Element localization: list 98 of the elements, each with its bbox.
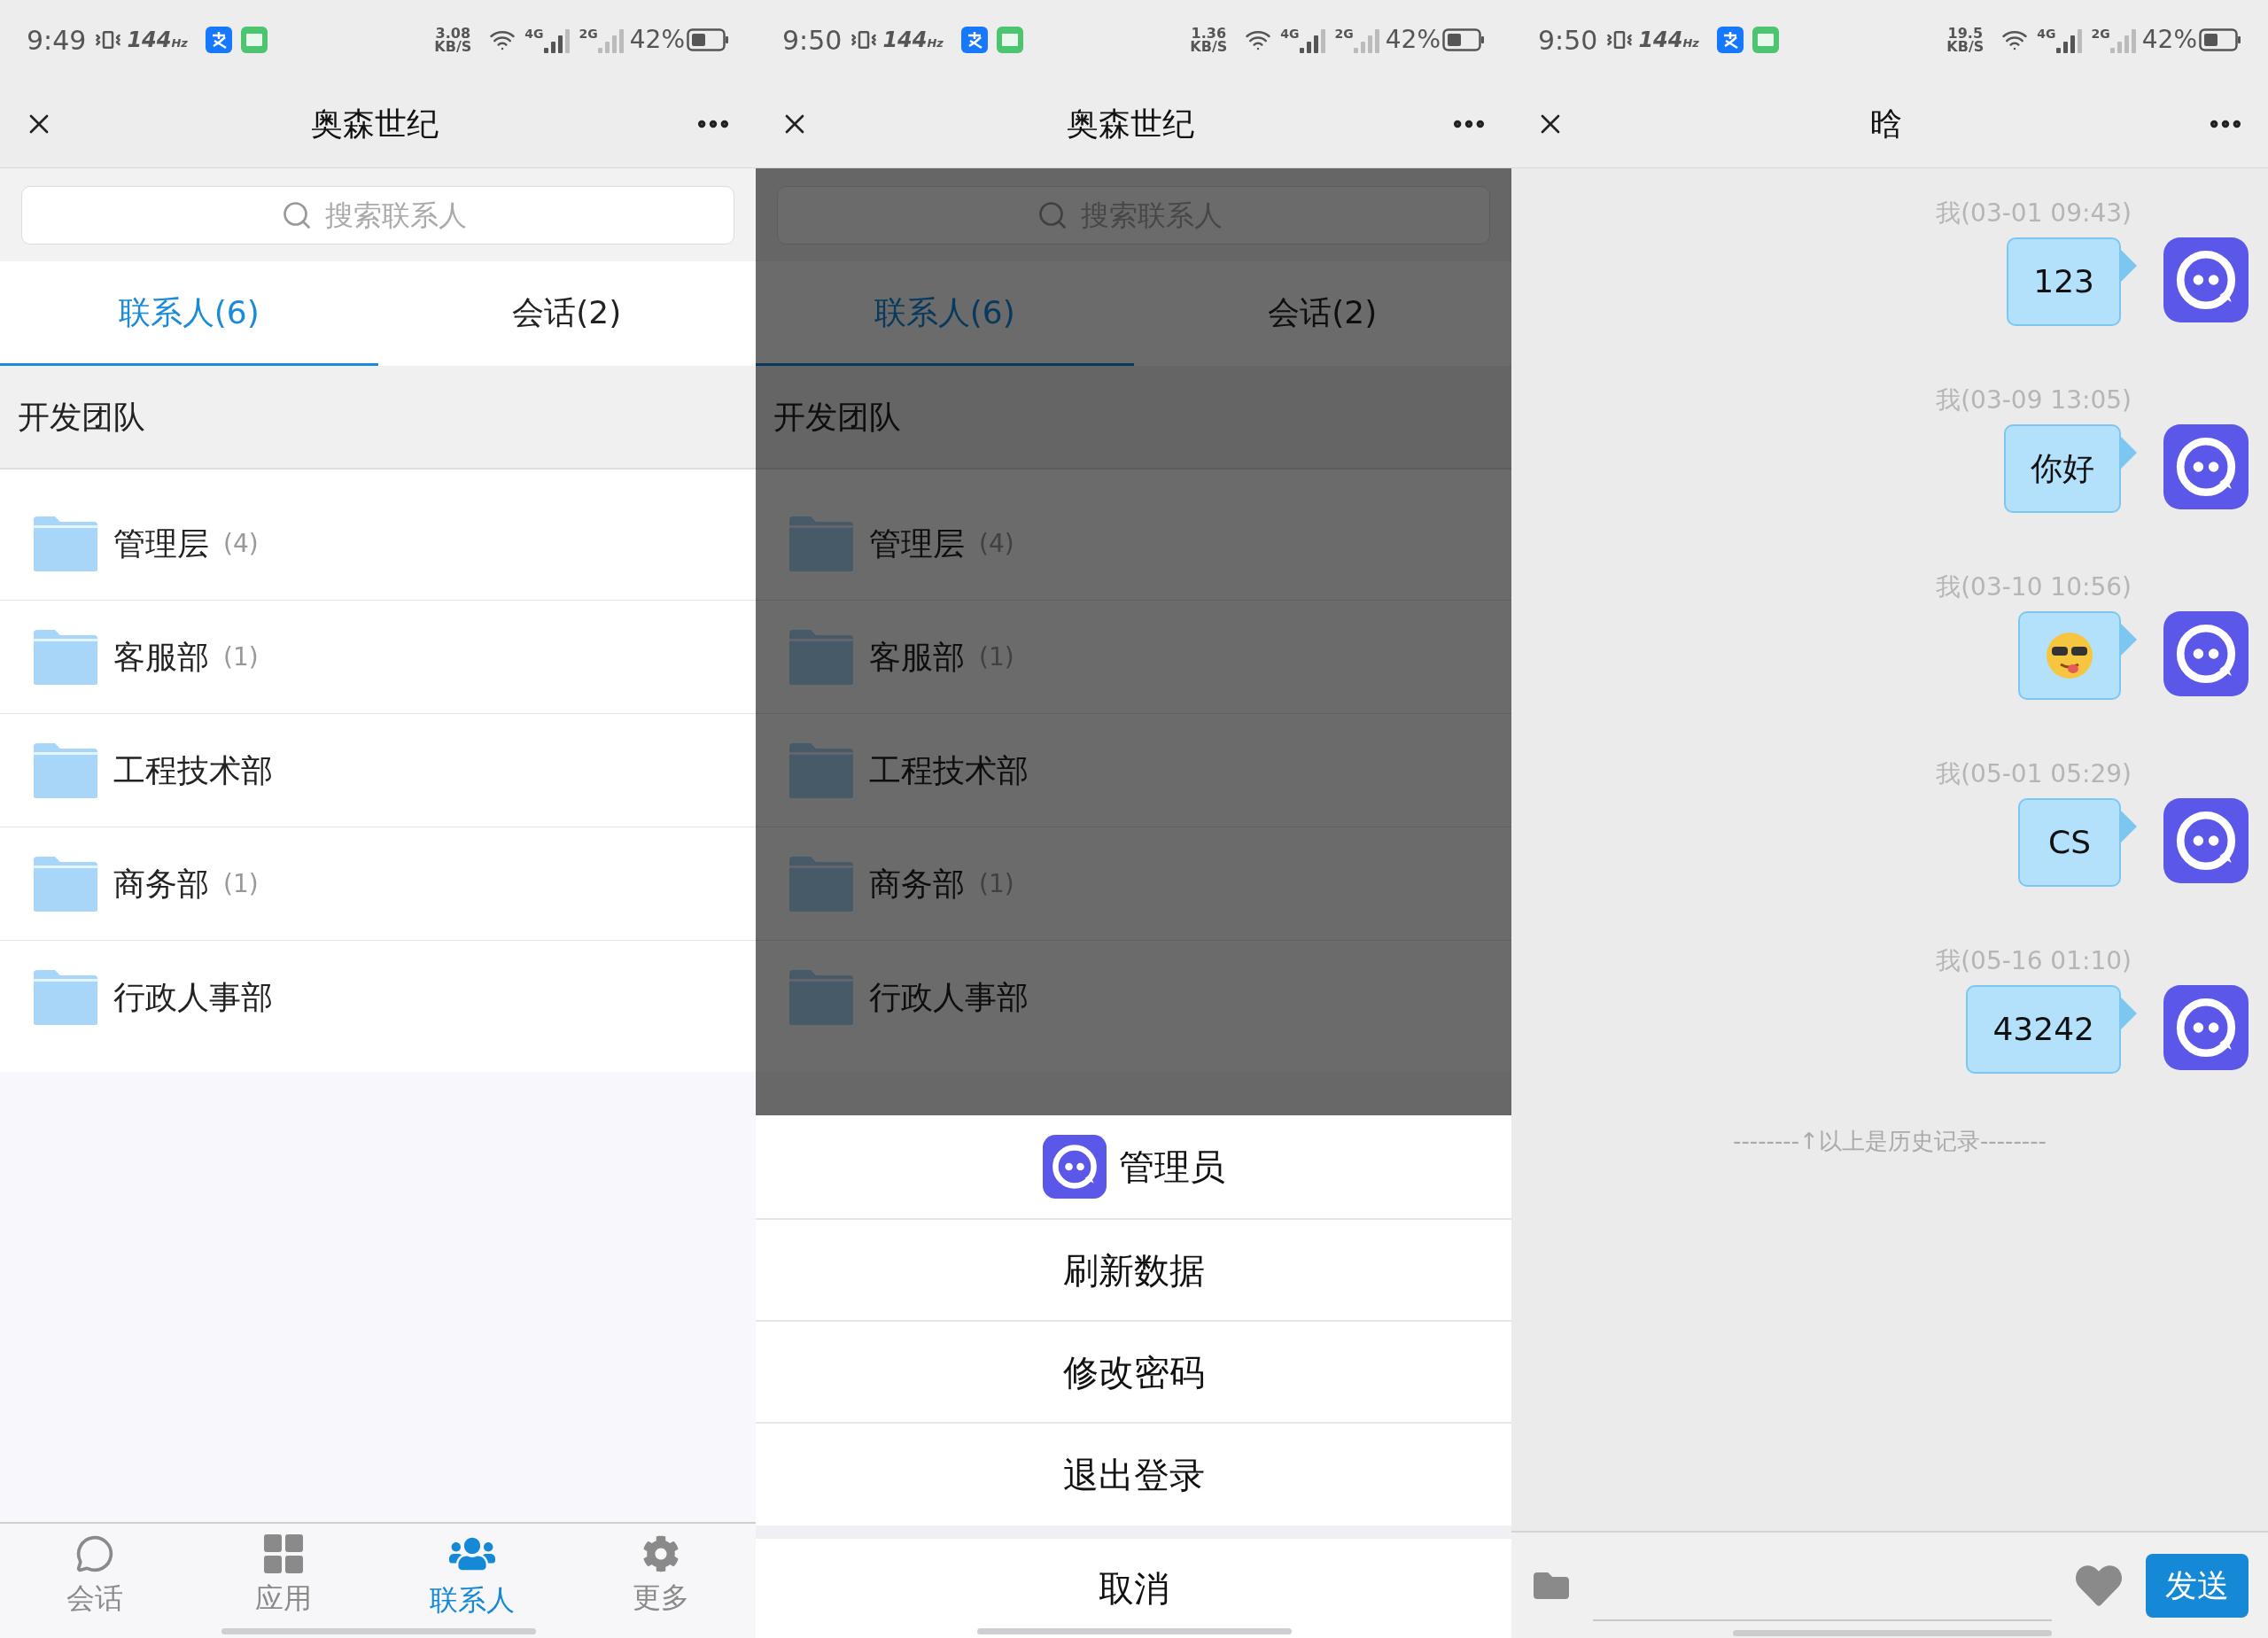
- folder-row[interactable]: 行政人事部: [756, 941, 1511, 1054]
- folder-icon: [32, 514, 99, 573]
- app-notification-icon: [1716, 27, 1744, 53]
- network-type: 4G: [2037, 26, 2056, 43]
- history-divider-note: --------↑以上是历史记录--------: [1733, 1127, 2047, 1156]
- folder-icon: [32, 968, 99, 1027]
- avatar-icon: [2163, 798, 2249, 883]
- folder-name: 商务部: [869, 864, 965, 904]
- refresh-rate: 144Hz: [127, 27, 188, 54]
- folder-name: 行政人事部: [113, 978, 273, 1017]
- member-count: (4): [223, 527, 259, 560]
- bubble-tail-icon: [2121, 811, 2137, 842]
- bubble-tail-icon: [2121, 437, 2137, 469]
- tab[interactable]: 会话(2): [377, 261, 756, 366]
- avatar-icon: [2163, 611, 2249, 696]
- settings-icon: [642, 1534, 680, 1572]
- avatar-icon: [1042, 1135, 1107, 1199]
- battery-icon: [2199, 28, 2241, 51]
- folder-name: 客服部: [113, 637, 209, 677]
- clock-time: 9:50: [782, 23, 843, 58]
- signal-icon: [2109, 27, 2137, 53]
- signal-icon: [1299, 27, 1326, 53]
- tab[interactable]: 会话(2): [1133, 261, 1511, 366]
- grid-icon: [263, 1533, 303, 1573]
- signal-icon: [1353, 27, 1380, 53]
- message-notification-icon: [996, 27, 1023, 53]
- folder-icon: [32, 854, 99, 913]
- network-type: 4G: [1280, 26, 1300, 43]
- message-bubble: 43242: [1966, 985, 2121, 1074]
- search-field[interactable]: 搜索联系人: [21, 185, 734, 245]
- network-speed: 1.36 KB/S: [1190, 27, 1228, 53]
- message-notification-icon: [1751, 27, 1779, 53]
- bottom-nav-tab[interactable]: 应用: [189, 1524, 378, 1638]
- folder-row[interactable]: 行政人事部: [0, 941, 756, 1054]
- folder-row[interactable]: 工程技术部: [756, 714, 1511, 827]
- folder-name: 行政人事部: [869, 978, 1029, 1017]
- app-notification-icon: [205, 27, 232, 53]
- bottom-nav-tab[interactable]: 更多: [566, 1524, 756, 1638]
- network-speed: 3.08 KB/S: [434, 27, 472, 53]
- avatar-icon: [2163, 985, 2249, 1070]
- member-count: (1): [223, 640, 259, 673]
- group-header: 开发团队: [773, 397, 901, 437]
- battery-icon: [1442, 28, 1485, 51]
- folder-name: 客服部: [869, 637, 965, 677]
- clock-time: 9:50: [1538, 23, 1598, 58]
- group-header: 开发团队: [18, 397, 145, 437]
- network-type: 2G: [2091, 26, 2110, 43]
- refresh-rate: 144Hz: [882, 27, 944, 54]
- refresh-rate: 144Hz: [1638, 27, 1699, 54]
- bubble-tail-icon: [2121, 998, 2137, 1029]
- folder-row[interactable]: 工程技术部: [0, 714, 756, 827]
- battery-percent: 42%: [629, 24, 685, 56]
- message-bubble: 123: [2007, 237, 2121, 326]
- folder-name: 管理层: [869, 524, 965, 563]
- sunglasses-emoji-icon: [2045, 631, 2094, 680]
- signal-icon: [597, 27, 625, 53]
- folder-icon: [32, 741, 99, 800]
- signal-icon: [2055, 27, 2083, 53]
- bubble-tail-icon: [2121, 250, 2137, 282]
- message-notification-icon: [240, 27, 268, 53]
- member-count: (1): [223, 867, 259, 900]
- folder-name: 商务部: [113, 864, 209, 904]
- battery-percent: 42%: [1385, 24, 1441, 56]
- folder-icon: [788, 514, 855, 573]
- action-sheet-item[interactable]: 退出登录: [756, 1424, 1511, 1525]
- app-notification-icon: [960, 27, 988, 53]
- folder-row[interactable]: 商务部 (1): [0, 827, 756, 941]
- folder-icon: [788, 968, 855, 1027]
- page-title: 晗: [1870, 104, 1902, 144]
- folder-row[interactable]: 管理层 (4): [0, 487, 756, 601]
- battery-icon: [687, 28, 729, 51]
- network-type: 4G: [524, 26, 544, 43]
- folder-name: 工程技术部: [113, 750, 273, 790]
- folder-icon: [32, 627, 99, 687]
- bottom-nav-tab[interactable]: 会话: [0, 1524, 190, 1638]
- message-bubble: 你好: [2004, 424, 2121, 513]
- avatar-icon: [2163, 237, 2249, 322]
- folder-icon: [788, 854, 855, 913]
- bottom-nav-tab[interactable]: 联系人: [377, 1524, 567, 1638]
- send-button[interactable]: 发送: [2146, 1553, 2249, 1618]
- battery-percent: 42%: [2141, 24, 2197, 56]
- folder-name: 工程技术部: [869, 750, 1029, 790]
- page-title: 奥森世纪: [1066, 104, 1194, 144]
- avatar-icon: [2163, 424, 2249, 509]
- page-title: 奥森世纪: [310, 104, 439, 144]
- folder-icon: [788, 741, 855, 800]
- chat-bubble-icon: [74, 1533, 114, 1573]
- user-name: 管理员: [1118, 1145, 1225, 1189]
- folder-name: 管理层: [113, 524, 209, 563]
- clock-time: 9:49: [27, 23, 87, 58]
- network-speed: 19.5 KB/S: [1946, 27, 1984, 53]
- network-type: 2G: [1334, 26, 1354, 43]
- network-type: 2G: [579, 26, 598, 43]
- search-input[interactable]: 搜索联系人: [324, 193, 476, 237]
- folder-row[interactable]: 客服部 (1): [0, 601, 756, 714]
- message-bubble: CS: [2018, 798, 2121, 887]
- folder-icon: [788, 627, 855, 687]
- signal-icon: [543, 27, 571, 53]
